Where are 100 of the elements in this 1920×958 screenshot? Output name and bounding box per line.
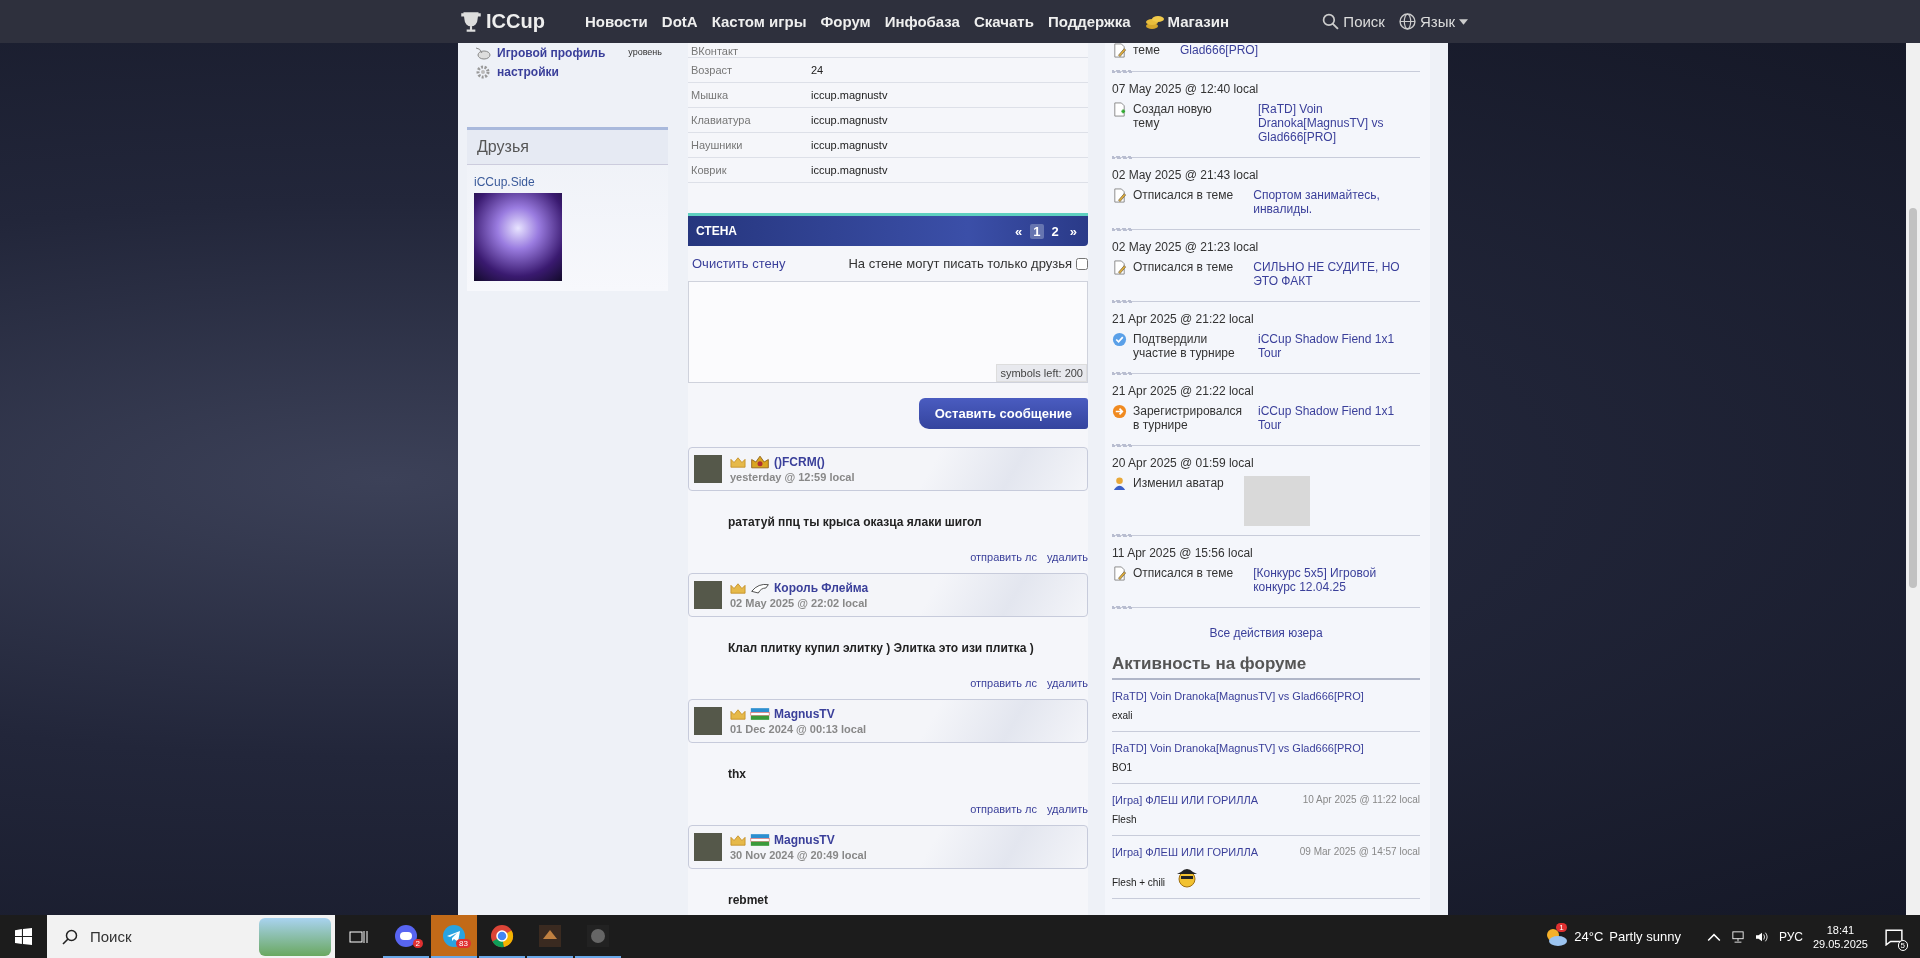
- forum-topic-link[interactable]: [RaTD] Voin Dranoka[MagnusTV] vs Glad666[PRO]: [1112, 742, 1364, 754]
- network-icon[interactable]: [1730, 930, 1745, 943]
- topic-link[interactable]: [RaTD] Voin Dranoka[MagnusTV] vs Glad666[PRO]: [1258, 102, 1420, 144]
- new-document-icon: [1112, 102, 1127, 117]
- activity-action: Отписался в теме: [1133, 260, 1234, 274]
- friend-link[interactable]: iCCup.Side: [474, 175, 661, 189]
- flag-icon: [750, 833, 770, 847]
- nav-link[interactable]: Поддержка: [1047, 13, 1131, 30]
- crown-icon: [730, 456, 746, 468]
- game-icon: [538, 923, 562, 948]
- taskbar-app[interactable]: 2: [383, 915, 429, 958]
- nav-link[interactable]: DotA: [661, 13, 698, 30]
- profile-field-label: ВКонтакт: [690, 45, 739, 57]
- nav-link[interactable]: Новости: [584, 13, 648, 30]
- post-text: рататуй ппц ты крыса оказца ялаки шигол: [728, 515, 983, 529]
- speaker-icon[interactable]: [1754, 930, 1769, 943]
- notification-center-button[interactable]: 5: [1878, 924, 1910, 949]
- profile-menu-link[interactable]: Игровой профиль: [475, 45, 606, 60]
- post-excerpt: BO1: [1112, 762, 1132, 773]
- crown-emblem-icon: [750, 455, 770, 469]
- profile-field-value: iccup.magnustv: [811, 139, 888, 151]
- activity-action: Подтвердили участие в турнире: [1133, 332, 1236, 360]
- post-action-link[interactable]: удалить: [1047, 677, 1088, 689]
- topic-link[interactable]: СИЛЬНО НЕ СУДИТЕ, НО ЭТО ФАКТ: [1253, 260, 1420, 288]
- caret-icon: [1459, 18, 1468, 25]
- language-dropdown[interactable]: Язык: [1398, 13, 1468, 30]
- post-action-link[interactable]: удалить: [1047, 803, 1088, 815]
- taskbar-app[interactable]: 83: [431, 915, 477, 958]
- activity-action: теме: [1133, 43, 1160, 57]
- nav-link[interactable]: Скачать: [973, 13, 1034, 30]
- previous-page-link[interactable]: «: [1012, 223, 1026, 239]
- flag-icon: [750, 707, 770, 721]
- activity-date: 07 May 2025 @ 12:40 local: [1112, 82, 1260, 96]
- post-message-button[interactable]: Оставить сообщение: [918, 398, 1088, 429]
- site-logo[interactable]: ICCup: [458, 8, 545, 35]
- friends-only-checkbox[interactable]: [1076, 257, 1088, 270]
- document-pencil-icon: [1112, 260, 1127, 275]
- task-view-icon[interactable]: [349, 928, 369, 945]
- profile-field-label: Клавиатура: [690, 114, 752, 126]
- activity-action: Создал новую тему: [1133, 102, 1213, 130]
- panel-title: Друзья: [467, 130, 668, 165]
- topic-link[interactable]: Glad666[PRO]: [1179, 43, 1420, 57]
- message-field[interactable]: symbols left: 200: [688, 281, 1088, 383]
- post-action-link[interactable]: удалить: [1047, 551, 1088, 563]
- activity-date: 20 Apr 2025 @ 01:59 local: [1112, 456, 1255, 470]
- post-time: yesterday @ 12:59 local: [730, 471, 855, 483]
- search-link[interactable]: Поиск: [1322, 13, 1385, 30]
- post-time: 01 Dec 2024 @ 00:13 local: [730, 723, 867, 735]
- next-page-link[interactable]: »: [1066, 223, 1080, 239]
- post-action-link[interactable]: отправить лс: [970, 803, 1037, 815]
- browser-icon: [490, 923, 514, 948]
- topic-link[interactable]: iCCup Shadow Fiend 1x1 Tour: [1258, 332, 1420, 360]
- post-action-link[interactable]: отправить лс: [970, 551, 1037, 563]
- forum-topic-link[interactable]: [Игра] ФЛЕШ ИЛИ ГОРИЛЛА: [1112, 794, 1258, 806]
- windows-start-icon[interactable]: [15, 928, 32, 945]
- profile-field-label: Возраст: [690, 64, 734, 76]
- nav-link[interactable]: Форум: [820, 13, 871, 30]
- profile-field-value: 24: [811, 64, 824, 76]
- arrow-circle-icon: [1112, 404, 1127, 419]
- author-link[interactable]: ()FCRM(): [774, 455, 825, 469]
- author-link[interactable]: Король Флейма: [774, 581, 869, 595]
- nav-link[interactable]: Инфобаза: [884, 13, 960, 30]
- gear-icon: [475, 63, 491, 80]
- crown-icon: [730, 582, 746, 594]
- forum-topic-link[interactable]: [RaTD] Voin Dranoka[MagnusTV] vs Glad666[PRO]: [1112, 690, 1364, 702]
- post-action-link[interactable]: отправить лс: [970, 677, 1037, 689]
- avatar-image[interactable]: [474, 193, 562, 281]
- forum-topic-link[interactable]: [Игра] ФЛЕШ ИЛИ ГОРИЛЛА: [1112, 846, 1258, 858]
- post-time: 02 May 2025 @ 22:02 local: [730, 597, 869, 609]
- profile-field-label: Коврик: [690, 164, 728, 176]
- activity-date: 02 May 2025 @ 21:43 local: [1112, 168, 1260, 182]
- nav-link[interactable]: Магазин: [1144, 12, 1230, 31]
- game-icon: [586, 923, 610, 948]
- scrollbar-thumb[interactable]: [1909, 208, 1917, 588]
- checkmark-icon: [1112, 332, 1127, 347]
- page-link[interactable]: 2: [1048, 223, 1062, 239]
- profile-menu-link[interactable]: настройки: [475, 64, 606, 79]
- notification-count: 5: [1897, 939, 1908, 951]
- activity-date: 21 Apr 2025 @ 21:22 local: [1112, 384, 1255, 398]
- search-icon: [62, 928, 78, 945]
- activity-date: 02 May 2025 @ 21:23 local: [1112, 240, 1260, 254]
- activity-date: 21 Apr 2025 @ 21:22 local: [1112, 312, 1255, 326]
- nav-link[interactable]: Кастом игры: [711, 13, 807, 30]
- all-actions-link[interactable]: Все действия юзера: [1112, 626, 1420, 640]
- author-link[interactable]: MagnusTV: [774, 833, 835, 847]
- clock[interactable]: 18:41 29.05.2025: [1812, 923, 1868, 950]
- profile-field-value: iccup.magnustv: [811, 89, 888, 101]
- notification-badge: 1: [1556, 922, 1567, 932]
- page-link[interactable]: 1: [1030, 223, 1044, 239]
- topic-link[interactable]: Спортом занимайтесь, инвалиды.: [1253, 188, 1420, 216]
- wall-title: СТЕНА: [696, 224, 738, 238]
- author-link[interactable]: MagnusTV: [774, 707, 835, 721]
- topic-link[interactable]: [Конкурс 5x5] Игровой конкурс 12.04.25: [1253, 566, 1420, 594]
- topic-link[interactable]: iCCup Shadow Fiend 1x1 Tour: [1258, 404, 1420, 432]
- level-label: уровень: [628, 47, 662, 59]
- taskbar-search-field[interactable]: Поиск: [47, 915, 335, 958]
- clear-wall-link[interactable]: Очистить стену: [692, 256, 786, 271]
- input-language-indicator[interactable]: РУС: [1778, 929, 1803, 944]
- section-title: Активность на форуме: [1112, 654, 1420, 680]
- scrollbar[interactable]: [1906, 43, 1920, 915]
